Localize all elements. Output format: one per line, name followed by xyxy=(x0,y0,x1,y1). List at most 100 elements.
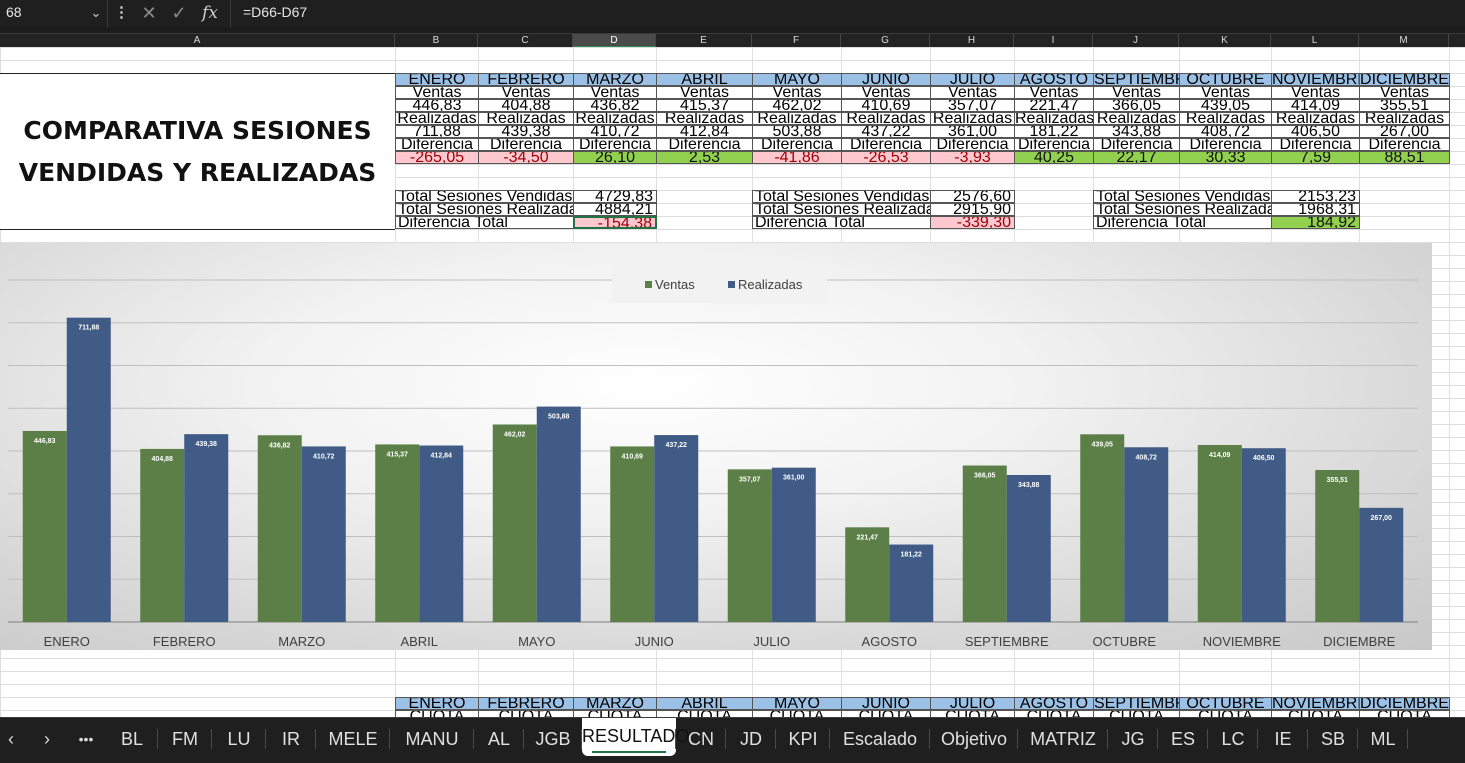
column-header-l[interactable]: L xyxy=(1271,34,1359,48)
insert-function-button[interactable]: fx xyxy=(198,1,222,25)
diferencia-label-cell[interactable]: Diferencia xyxy=(1014,138,1094,151)
total-realizadas-value[interactable]: 2915,90 xyxy=(930,203,1015,216)
month-header[interactable]: FEBRERO xyxy=(478,697,574,710)
month-header[interactable]: SEPTIEMBRE xyxy=(1093,73,1180,86)
ventas-label-cell[interactable]: Ventas xyxy=(1271,86,1360,99)
column-header-b[interactable]: B xyxy=(395,34,478,48)
sheet-tab-mele[interactable]: MELE xyxy=(316,718,390,760)
sheet-tab-manu[interactable]: MANU xyxy=(390,718,474,760)
realizadas-value-cell[interactable]: 412,84 xyxy=(656,125,753,138)
total-realizadas-label[interactable]: Total Sesiones Realizadas 2º Semestre xyxy=(1093,203,1272,216)
ventas-value-cell[interactable]: 446,83 xyxy=(395,99,479,112)
ventas-label-cell[interactable]: Ventas xyxy=(656,86,753,99)
ventas-value-cell[interactable]: 410,69 xyxy=(841,99,931,112)
month-header[interactable]: NOVIEMBRE xyxy=(1271,697,1360,710)
month-header[interactable]: JULIO xyxy=(930,697,1015,710)
title-cell[interactable]: COMPARATIVA SESIONES VENDIDAS Y REALIZAD… xyxy=(0,73,395,230)
chevron-right-icon[interactable]: › xyxy=(34,718,60,760)
column-header-j[interactable]: J xyxy=(1093,34,1179,48)
sheet-tab-kpi[interactable]: KPI xyxy=(776,718,830,760)
diferencia-value-cell[interactable]: 40,25 xyxy=(1014,151,1094,164)
diferencia-value-cell[interactable]: -41,86 xyxy=(752,151,842,164)
ventas-label-cell[interactable]: Ventas xyxy=(1359,86,1450,99)
ventas-label-cell[interactable]: Ventas xyxy=(752,86,842,99)
realizadas-value-cell[interactable]: 267,00 xyxy=(1359,125,1450,138)
month-header[interactable]: MARZO xyxy=(573,73,657,86)
ventas-label-cell[interactable]: Ventas xyxy=(573,86,657,99)
sheet-tab-cn[interactable]: CN xyxy=(676,718,726,760)
total-diferencia-value[interactable]: 184,92 xyxy=(1271,216,1360,229)
ventas-value-cell[interactable]: 462,02 xyxy=(752,99,842,112)
ventas-value-cell[interactable]: 436,82 xyxy=(573,99,657,112)
formula-input[interactable]: =D66-D67 xyxy=(230,0,1465,27)
diferencia-label-cell[interactable]: Diferencia xyxy=(1359,138,1450,151)
total-diferencia-label[interactable]: Diferencia Total xyxy=(395,216,574,229)
month-header[interactable]: AGOSTO xyxy=(1014,73,1094,86)
ventas-value-cell[interactable]: 439,05 xyxy=(1179,99,1272,112)
total-vendidas-value[interactable]: 4729,83 xyxy=(573,190,657,203)
ventas-label-cell[interactable]: Ventas xyxy=(1093,86,1180,99)
sheet-tab-jg[interactable]: JG xyxy=(1108,718,1158,760)
diferencia-label-cell[interactable]: Diferencia xyxy=(395,138,479,151)
diferencia-label-cell[interactable]: Diferencia xyxy=(752,138,842,151)
diferencia-label-cell[interactable]: Diferencia xyxy=(656,138,753,151)
sheet-tab-matriz[interactable]: MATRIZ xyxy=(1018,718,1108,760)
realizadas-value-cell[interactable]: 343,88 xyxy=(1093,125,1180,138)
realizadas-label-cell[interactable]: Realizadas xyxy=(1271,112,1360,125)
realizadas-label-cell[interactable]: Realizadas xyxy=(930,112,1015,125)
column-header-d[interactable]: D xyxy=(573,34,656,48)
diferencia-value-cell[interactable]: 7,59 xyxy=(1271,151,1360,164)
realizadas-label-cell[interactable]: Realizadas xyxy=(752,112,842,125)
diferencia-label-cell[interactable]: Diferencia xyxy=(478,138,574,151)
realizadas-value-cell[interactable]: 439,38 xyxy=(478,125,574,138)
sheet-tab-ir[interactable]: IR xyxy=(266,718,316,760)
diferencia-label-cell[interactable]: Diferencia xyxy=(930,138,1015,151)
month-header[interactable]: SEPTIEMBRE xyxy=(1093,697,1180,710)
vertical-dots-icon[interactable]: ⋮ xyxy=(114,3,129,23)
sheet-tab-ie[interactable]: IE xyxy=(1258,718,1308,760)
total-vendidas-label[interactable]: Total Sesiones Vendidas xyxy=(395,190,574,203)
diferencia-label-cell[interactable]: Diferencia xyxy=(573,138,657,151)
diferencia-value-cell[interactable]: -34,50 xyxy=(478,151,574,164)
sheet-tab-ml[interactable]: ML xyxy=(1358,718,1408,760)
ventas-value-cell[interactable]: 221,47 xyxy=(1014,99,1094,112)
column-header-e[interactable]: E xyxy=(656,34,752,48)
ventas-value-cell[interactable]: 415,37 xyxy=(656,99,753,112)
diferencia-label-cell[interactable]: Diferencia xyxy=(1093,138,1180,151)
ventas-value-cell[interactable]: 357,07 xyxy=(930,99,1015,112)
month-header[interactable]: OCTUBRE xyxy=(1179,697,1272,710)
realizadas-label-cell[interactable]: Realizadas xyxy=(1179,112,1272,125)
diferencia-label-cell[interactable]: Diferencia xyxy=(841,138,931,151)
name-box[interactable]: 68 ⌄ xyxy=(0,0,108,27)
sheet-tab-es[interactable]: ES xyxy=(1158,718,1208,760)
realizadas-label-cell[interactable]: Realizadas xyxy=(656,112,753,125)
month-header[interactable]: JUNIO xyxy=(841,73,931,86)
diferencia-value-cell[interactable]: 26,10 xyxy=(573,151,657,164)
month-header[interactable]: FEBRERO xyxy=(478,73,574,86)
ventas-label-cell[interactable]: Ventas xyxy=(841,86,931,99)
realizadas-label-cell[interactable]: Realizadas xyxy=(1093,112,1180,125)
check-icon[interactable]: ✓ xyxy=(168,1,190,25)
ventas-value-cell[interactable]: 414,09 xyxy=(1271,99,1360,112)
total-realizadas-label[interactable]: Total Sesiones Realizadas 1º Semestre xyxy=(752,203,931,216)
sheet-tab-lu[interactable]: LU xyxy=(212,718,266,760)
realizadas-value-cell[interactable]: 410,72 xyxy=(573,125,657,138)
column-header-k[interactable]: K xyxy=(1179,34,1271,48)
realizadas-label-cell[interactable]: Realizadas xyxy=(478,112,574,125)
chevron-down-icon[interactable]: ⌄ xyxy=(86,3,106,23)
total-realizadas-value[interactable]: 4884,21 xyxy=(573,203,657,216)
total-vendidas-value[interactable]: 2153,23 xyxy=(1271,190,1360,203)
diferencia-label-cell[interactable]: Diferencia xyxy=(1179,138,1272,151)
total-vendidas-label[interactable]: Total Sesiones Vendidas 1º Semestre xyxy=(752,190,931,203)
diferencia-value-cell[interactable]: 88,51 xyxy=(1359,151,1450,164)
sheet-tab-al[interactable]: AL xyxy=(474,718,524,760)
month-header[interactable]: AGOSTO xyxy=(1014,697,1094,710)
total-diferencia-value[interactable]: -154,38 xyxy=(573,216,657,229)
diferencia-value-cell[interactable]: -265,05 xyxy=(395,151,479,164)
sheet-tab-resultado[interactable]: RESULTADO xyxy=(582,718,689,756)
realizadas-value-cell[interactable]: 408,72 xyxy=(1179,125,1272,138)
sheet-tab-fm[interactable]: FM xyxy=(158,718,212,760)
ventas-label-cell[interactable]: Ventas xyxy=(1014,86,1094,99)
month-header[interactable]: MARZO xyxy=(573,697,657,710)
ventas-value-cell[interactable]: 355,51 xyxy=(1359,99,1450,112)
